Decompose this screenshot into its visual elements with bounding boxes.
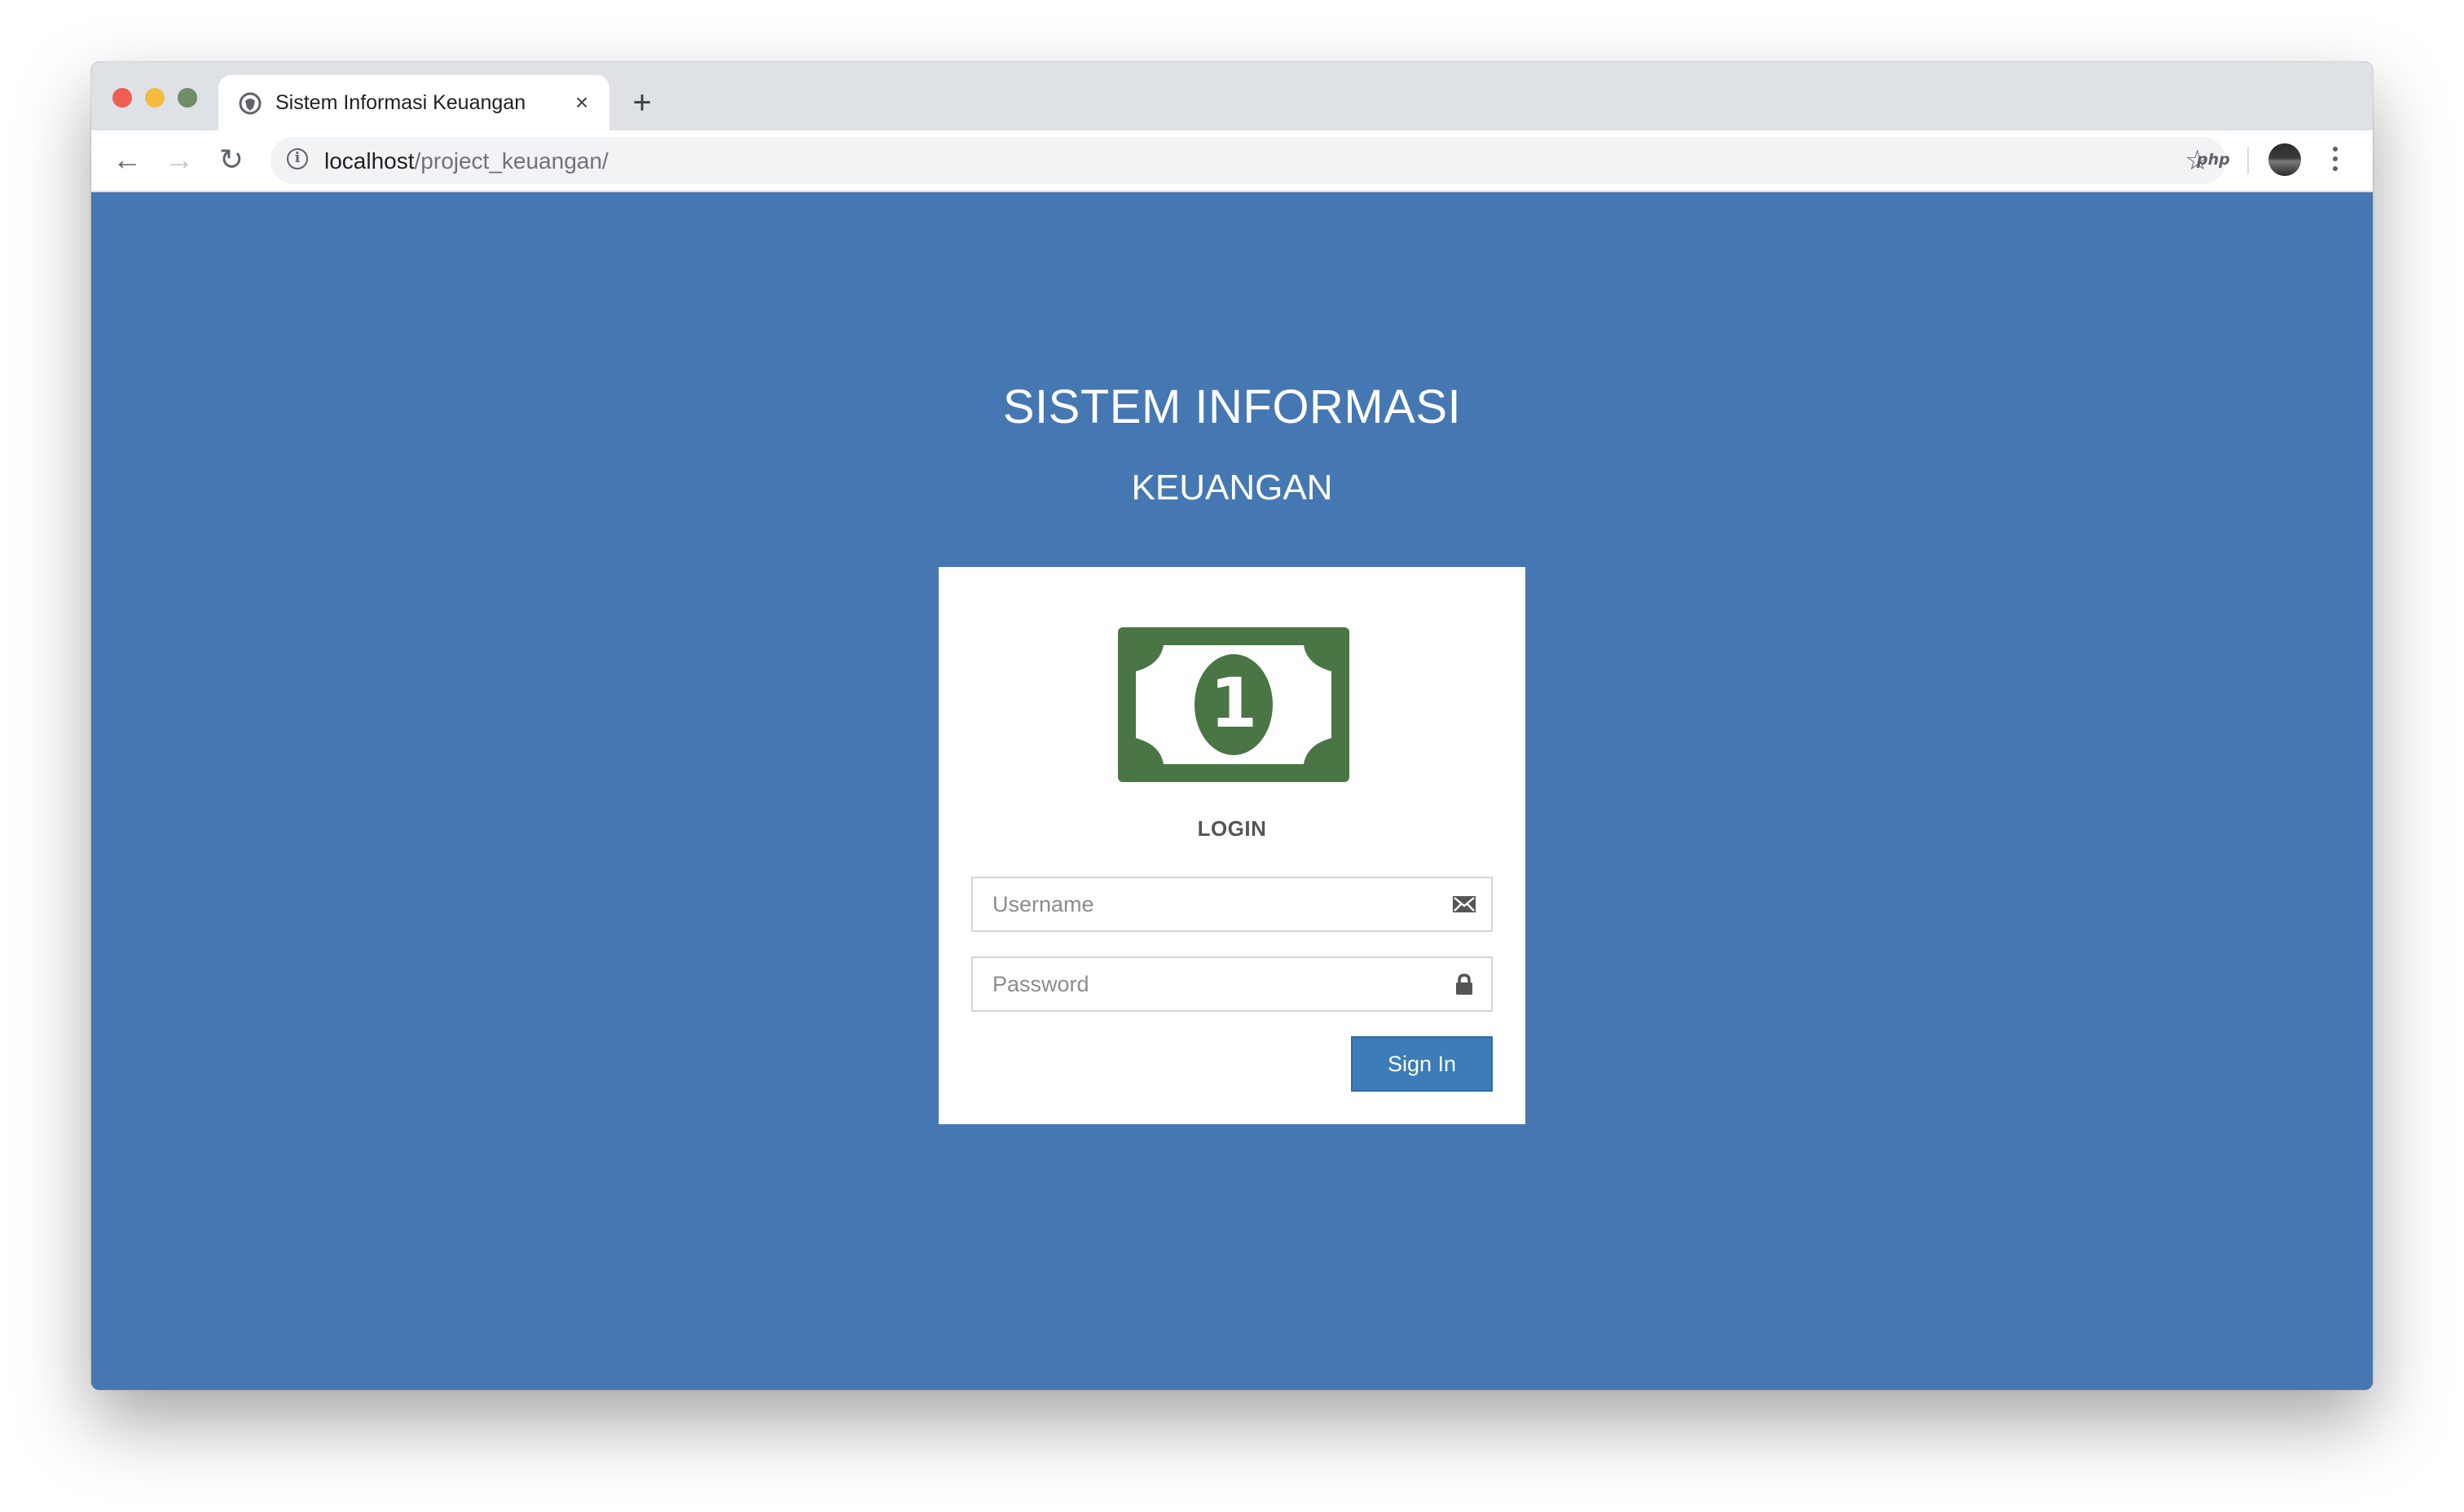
close-window-button[interactable] [112,88,132,108]
profile-avatar[interactable] [2268,143,2301,176]
envelope-icon [1453,896,1476,912]
browser-toolbar: ← → ↻ i localhost/project_keuangan/ ☆ ph… [91,130,2373,192]
minimize-window-button[interactable] [145,88,165,108]
sign-in-button[interactable]: Sign In [1351,1036,1493,1092]
page-title: SISTEM INFORMASI [1002,380,1462,433]
toolbar-divider [2247,147,2249,174]
address-bar[interactable]: i localhost/project_keuangan/ ☆ [271,137,2226,184]
url-text[interactable]: localhost/project_keuangan/ [324,148,609,174]
new-tab-button[interactable]: + [626,86,658,119]
browser-window: Sistem Informasi Keuangan × + ← → ↻ i lo… [91,62,2373,1390]
url-host: localhost [324,148,415,174]
browser-menu-icon[interactable] [2327,145,2343,174]
browser-tab[interactable]: Sistem Informasi Keuangan × [218,75,609,130]
url-path: /project_keuangan/ [414,148,609,174]
site-info-icon[interactable]: i [287,148,308,169]
tab-bar: Sistem Informasi Keuangan × + [91,62,2373,130]
username-field[interactable] [971,877,1493,932]
lock-icon [1456,974,1472,995]
close-tab-icon[interactable]: × [569,90,595,116]
php-extension-icon[interactable]: php [2197,152,2230,168]
page-subtitle: KEUANGAN [1131,468,1333,508]
tab-title: Sistem Informasi Keuangan [275,91,526,114]
username-input[interactable] [992,878,1432,930]
money-bill-icon: 1 [1118,627,1349,782]
forward-button[interactable]: → [163,143,196,176]
reload-button[interactable]: ↻ [215,143,248,176]
password-input[interactable] [992,958,1432,1010]
password-field[interactable] [971,956,1493,1012]
money-bill-digit: 1 [1210,663,1257,743]
login-box: 1 LOGIN Sign In [939,567,1525,1124]
back-button[interactable]: ← [111,143,143,176]
maximize-window-button[interactable] [178,88,197,108]
page-content: SISTEM INFORMASI KEUANGAN 1 LOGIN Userna… [91,192,2373,1390]
login-heading: LOGIN [1197,816,1267,841]
globe-icon [239,92,262,115]
